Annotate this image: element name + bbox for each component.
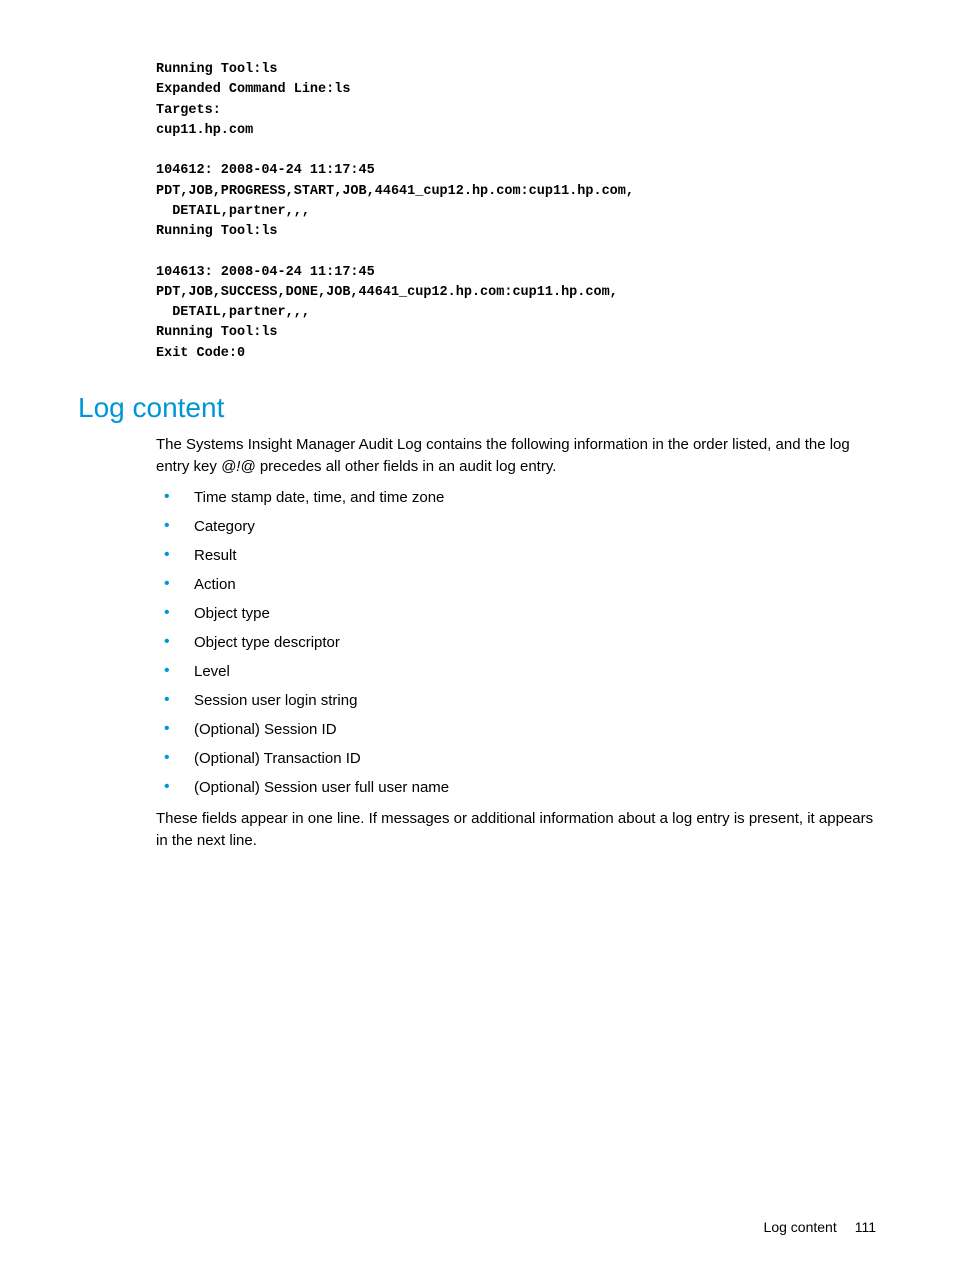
page-footer: Log content 111: [764, 1219, 876, 1235]
page-content: Running Tool:ls Expanded Command Line:ls…: [0, 0, 954, 852]
list-item: Object type descriptor: [156, 632, 876, 653]
list-item: (Optional) Session ID: [156, 719, 876, 740]
list-item: Result: [156, 545, 876, 566]
list-item: Level: [156, 661, 876, 682]
list-item: Session user login string: [156, 690, 876, 711]
list-item: (Optional) Session user full user name: [156, 777, 876, 798]
bullet-list: Time stamp date, time, and time zone Cat…: [156, 487, 876, 798]
list-item: (Optional) Transaction ID: [156, 748, 876, 769]
list-item: Category: [156, 516, 876, 537]
section-heading: Log content: [78, 392, 876, 424]
list-item: Action: [156, 574, 876, 595]
outro-paragraph: These fields appear in one line. If mess…: [156, 808, 876, 852]
list-item: Object type: [156, 603, 876, 624]
list-item: Time stamp date, time, and time zone: [156, 487, 876, 508]
footer-section-label: Log content: [764, 1219, 837, 1235]
code-block: Running Tool:ls Expanded Command Line:ls…: [156, 60, 876, 364]
log-entry-key: @!@: [221, 458, 256, 475]
intro-text-after: precedes all other fields in an audit lo…: [256, 458, 557, 475]
footer-page-number: 111: [855, 1219, 876, 1235]
intro-paragraph: The Systems Insight Manager Audit Log co…: [156, 434, 876, 478]
